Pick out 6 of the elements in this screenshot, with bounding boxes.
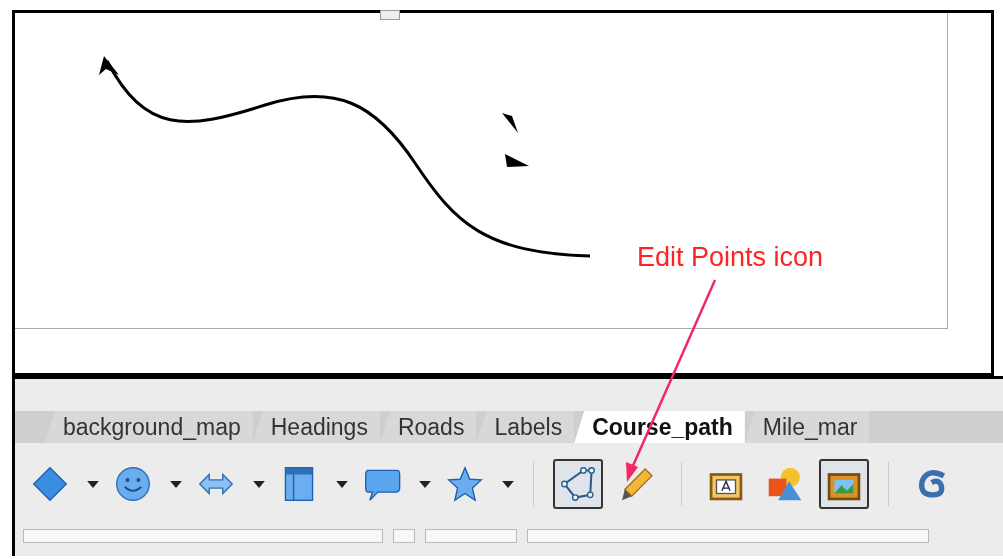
layer-tab[interactable]: Mile_mar xyxy=(744,411,870,443)
layer-tab[interactable]: Roads xyxy=(379,411,477,443)
layer-tab[interactable]: Labels xyxy=(476,411,575,443)
layer-tab[interactable]: Headings xyxy=(252,411,380,443)
annotation-label: Edit Points icon xyxy=(637,242,824,273)
layer-tab[interactable]: background_map xyxy=(45,411,253,443)
